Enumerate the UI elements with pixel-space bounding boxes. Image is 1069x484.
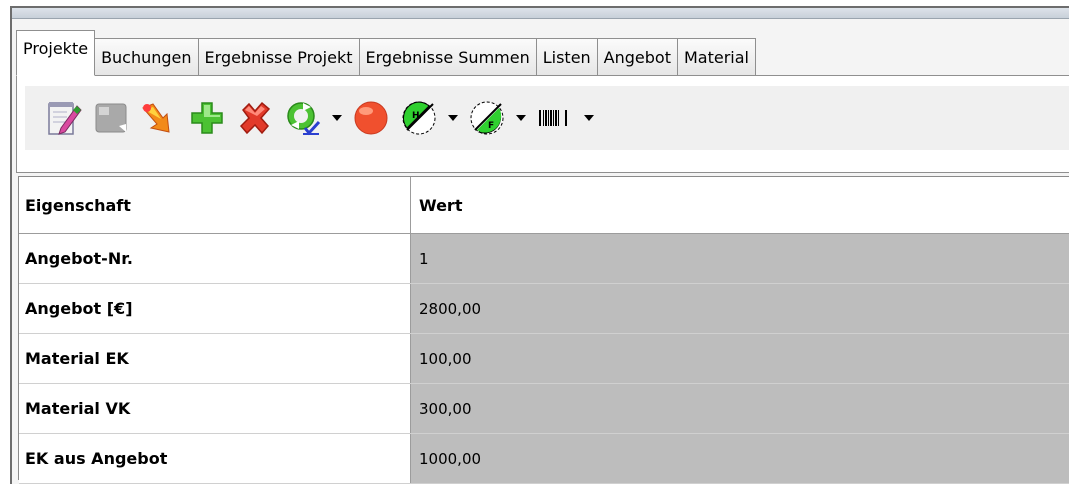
chevron-down-icon xyxy=(516,115,526,121)
f-button[interactable]: F xyxy=(463,94,511,142)
green-f-icon: F xyxy=(470,101,504,135)
property-name: Angebot [€] xyxy=(19,284,411,333)
gray-document-button[interactable] xyxy=(87,94,135,142)
tab-ergebnisse-summen[interactable]: Ergebnisse Summen xyxy=(358,38,537,76)
tab-projekte[interactable]: Projekte xyxy=(16,30,96,76)
record-button[interactable] xyxy=(347,94,395,142)
tab-angebot[interactable]: Angebot xyxy=(596,38,678,76)
table-header-row: Eigenschaft Wert xyxy=(19,177,1069,234)
chevron-down-icon xyxy=(584,115,594,121)
property-name: Material EK xyxy=(19,334,411,383)
barcode-icon xyxy=(539,110,567,126)
table-row[interactable]: Material EK 100,00 xyxy=(19,334,1069,384)
refresh-dropdown[interactable] xyxy=(327,94,347,142)
property-name: Material VK xyxy=(19,384,411,433)
refresh-button[interactable] xyxy=(279,94,327,142)
svg-text:H: H xyxy=(412,111,420,121)
green-h-icon: H xyxy=(402,101,436,135)
barcode-dropdown[interactable] xyxy=(579,94,599,142)
property-value[interactable]: 300,00 xyxy=(411,384,1069,433)
import-button[interactable] xyxy=(135,94,183,142)
edit-button[interactable] xyxy=(39,94,87,142)
green-plus-icon xyxy=(191,102,223,134)
h-dropdown[interactable] xyxy=(443,94,463,142)
property-name: EK aus Angebot xyxy=(19,434,411,483)
add-button[interactable] xyxy=(183,94,231,142)
chevron-down-icon xyxy=(332,115,342,121)
red-x-icon xyxy=(239,101,271,135)
property-value[interactable]: 100,00 xyxy=(411,334,1069,383)
property-table: Eigenschaft Wert Angebot-Nr. 1 Angebot [… xyxy=(18,176,1069,484)
toolbar: H F xyxy=(25,86,1069,150)
tab-buchungen[interactable]: Buchungen xyxy=(94,38,199,76)
table-row[interactable]: Angebot-Nr. 1 xyxy=(19,234,1069,284)
property-value[interactable]: 1 xyxy=(411,234,1069,283)
application-window: Projekte Buchungen Ergebnisse Projekt Er… xyxy=(10,6,1069,484)
header-value[interactable]: Wert xyxy=(411,177,1069,233)
h-button[interactable]: H xyxy=(395,94,443,142)
f-dropdown[interactable] xyxy=(511,94,531,142)
table-row[interactable]: EK aus Angebot 1000,00 xyxy=(19,434,1069,484)
barcode-button[interactable] xyxy=(531,94,579,142)
header-property[interactable]: Eigenschaft xyxy=(19,177,411,233)
tab-listen[interactable]: Listen xyxy=(535,38,598,76)
edit-notepad-icon xyxy=(48,102,82,135)
toolbar-panel: H F xyxy=(16,75,1069,173)
svg-text:F: F xyxy=(488,121,494,131)
green-refresh-icon xyxy=(287,102,321,136)
table-row[interactable]: Angebot [€] 2800,00 xyxy=(19,284,1069,334)
tab-bar: Projekte Buchungen Ergebnisse Projekt Er… xyxy=(16,22,1069,76)
table-row[interactable]: Material VK 300,00 xyxy=(19,384,1069,434)
property-name: Angebot-Nr. xyxy=(19,234,411,283)
property-value[interactable]: 2800,00 xyxy=(411,284,1069,333)
delete-button[interactable] xyxy=(231,94,279,142)
window-top-strip xyxy=(12,8,1069,19)
tab-ergebnisse-projekt[interactable]: Ergebnisse Projekt xyxy=(197,38,360,76)
tab-material[interactable]: Material xyxy=(676,38,756,76)
orange-arrow-icon xyxy=(142,103,170,133)
red-circle-icon xyxy=(354,101,388,135)
property-value[interactable]: 1000,00 xyxy=(411,434,1069,483)
chevron-down-icon xyxy=(448,115,458,121)
gray-document-icon xyxy=(95,103,127,133)
